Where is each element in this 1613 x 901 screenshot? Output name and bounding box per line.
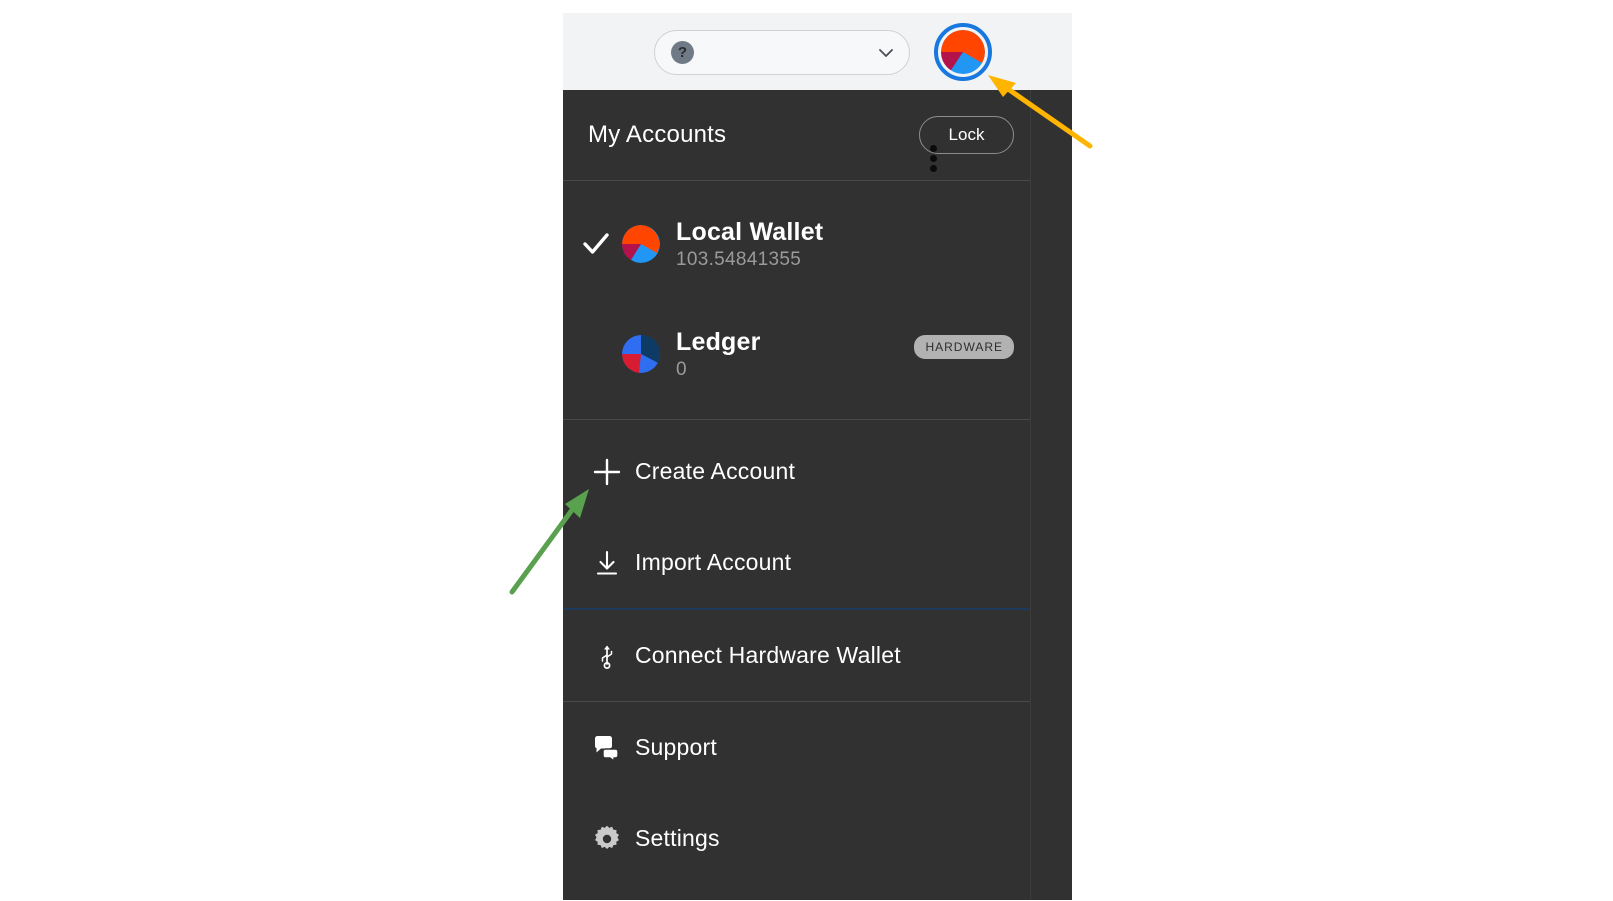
- avatar: [941, 30, 985, 74]
- page-title: My Accounts: [588, 121, 727, 148]
- panel-scrollbar[interactable]: [1030, 90, 1072, 900]
- menu-item-label: Import Account: [635, 549, 792, 575]
- account-actions-menu: Create Account Import Account Connect Ha…: [563, 420, 1030, 884]
- accounts-header: My Accounts Lock: [563, 90, 1030, 181]
- lock-button-label: Lock: [948, 125, 985, 144]
- more-vertical-icon[interactable]: [930, 145, 937, 172]
- chat-bubble-icon: [585, 734, 629, 762]
- screenshot-root: ? My Accounts Lock Local Wallet 103.5484…: [0, 0, 1613, 901]
- accounts-list: Local Wallet 103.54841355 Ledger 0 HARDW…: [563, 181, 1030, 420]
- download-icon: [585, 549, 629, 577]
- account-balance: 103.54841355: [676, 248, 802, 270]
- account-row-local-wallet[interactable]: Local Wallet 103.54841355: [563, 189, 1030, 299]
- account-balance: 0: [676, 358, 687, 380]
- question-mark-icon: ?: [671, 41, 694, 64]
- menu-item-import-account[interactable]: Import Account: [563, 517, 1030, 608]
- account-avatar-button[interactable]: [934, 23, 992, 81]
- network-select[interactable]: ?: [654, 30, 910, 75]
- account-avatar-local-wallet: [622, 225, 660, 263]
- menu-item-label: Connect Hardware Wallet: [635, 642, 901, 668]
- plus-icon: [585, 457, 629, 487]
- chevron-down-icon[interactable]: [877, 44, 895, 62]
- account-row-ledger[interactable]: Ledger 0 HARDWARE: [563, 299, 1030, 409]
- menu-item-connect-hardware-wallet[interactable]: Connect Hardware Wallet: [563, 610, 1030, 701]
- menu-item-create-account[interactable]: Create Account: [563, 426, 1030, 517]
- menu-item-settings[interactable]: Settings: [563, 793, 1030, 884]
- menu-item-label: Support: [635, 734, 717, 760]
- account-avatar-ledger: [622, 335, 660, 373]
- check-icon: [576, 224, 616, 264]
- status-badge: HARDWARE: [914, 335, 1014, 359]
- check-icon-placeholder: [576, 334, 616, 374]
- menu-item-label: Settings: [635, 825, 720, 851]
- menu-item-support[interactable]: Support: [563, 702, 1030, 793]
- usb-icon: [585, 643, 629, 669]
- menu-item-label: Create Account: [635, 458, 796, 484]
- account-name: Ledger: [676, 327, 761, 356]
- app-header: ?: [563, 13, 1072, 90]
- account-name: Local Wallet: [676, 217, 824, 246]
- accounts-dropdown-panel: My Accounts Lock Local Wallet 103.548413…: [563, 90, 1072, 900]
- gear-icon: [585, 825, 629, 853]
